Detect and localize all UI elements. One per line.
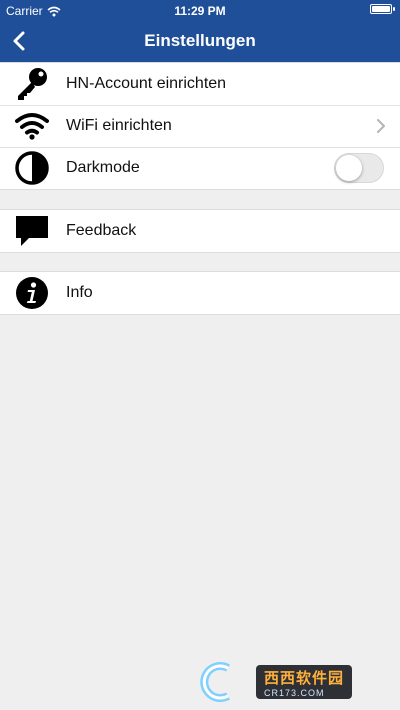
nav-bar: Einstellungen bbox=[0, 20, 400, 62]
watermark-box: 西西软件园 CR173.COM bbox=[256, 665, 353, 699]
row-info[interactable]: Info bbox=[0, 272, 400, 314]
row-hn-account[interactable]: HN-Account einrichten bbox=[0, 63, 400, 105]
key-icon bbox=[12, 64, 52, 104]
chevron-right-icon bbox=[377, 119, 385, 133]
status-bar: Carrier 11:29 PM bbox=[0, 0, 400, 20]
watermark: 西西软件园 CR173.COM bbox=[198, 660, 382, 704]
speech-bubble-icon bbox=[12, 211, 52, 251]
row-label: Darkmode bbox=[66, 159, 140, 176]
row-label: Info bbox=[66, 284, 93, 301]
row-feedback[interactable]: Feedback bbox=[0, 210, 400, 252]
half-circle-icon bbox=[12, 148, 52, 188]
app-header: Carrier 11:29 PM Einstellungen bbox=[0, 0, 400, 62]
watermark-logo-icon bbox=[200, 662, 230, 702]
settings-group-info: Info bbox=[0, 271, 400, 315]
wifi-icon bbox=[12, 106, 52, 146]
page-title: Einstellungen bbox=[144, 31, 256, 50]
row-label: HN-Account einrichten bbox=[66, 75, 227, 92]
watermark-sub-text: CR173.COM bbox=[264, 687, 325, 698]
watermark-main-text: 西西软件园 bbox=[264, 669, 345, 687]
settings-group-feedback: Feedback bbox=[0, 209, 400, 253]
row-darkmode: Darkmode bbox=[0, 147, 400, 189]
battery-icon bbox=[370, 4, 395, 14]
status-right bbox=[370, 4, 395, 14]
row-wifi[interactable]: WiFi einrichten bbox=[0, 105, 400, 147]
darkmode-toggle[interactable] bbox=[334, 153, 384, 183]
row-label: WiFi einrichten bbox=[66, 117, 172, 134]
toggle-knob bbox=[336, 155, 362, 181]
row-label: Feedback bbox=[66, 222, 137, 239]
status-time: 11:29 PM bbox=[174, 4, 226, 18]
info-icon bbox=[12, 273, 52, 313]
settings-group-main: HN-Account einrichten WiFi einrichten Da… bbox=[0, 62, 400, 190]
